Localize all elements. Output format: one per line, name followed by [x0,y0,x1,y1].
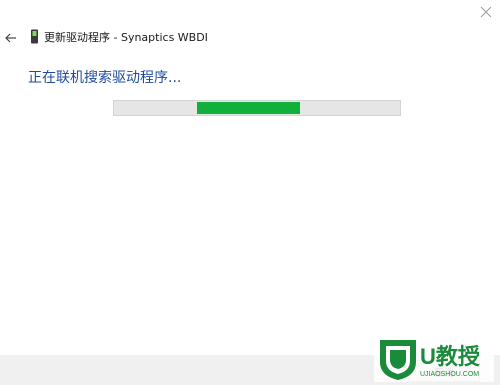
device-icon [30,29,39,44]
progress-bar [113,100,401,116]
close-button[interactable] [478,4,494,20]
close-icon [480,6,492,18]
arrow-left-icon [5,33,16,43]
title-bar: 更新驱动程序 - Synaptics WBDI [0,28,480,48]
watermark-brand: U教授 [420,344,481,369]
progress-fill [196,102,300,114]
watermark-url: UJIAOSHOU.COM [420,371,479,378]
update-driver-window: 更新驱动程序 - Synaptics WBDI 正在联机搜索驱动程序... 取消… [0,0,500,385]
window-title: 更新驱动程序 - Synaptics WBDI [44,31,208,44]
watermark-logo: U教授 UJIAOSHOU.COM [374,332,494,382]
back-button[interactable] [4,30,18,44]
search-status-text: 正在联机搜索驱动程序... [28,70,182,86]
